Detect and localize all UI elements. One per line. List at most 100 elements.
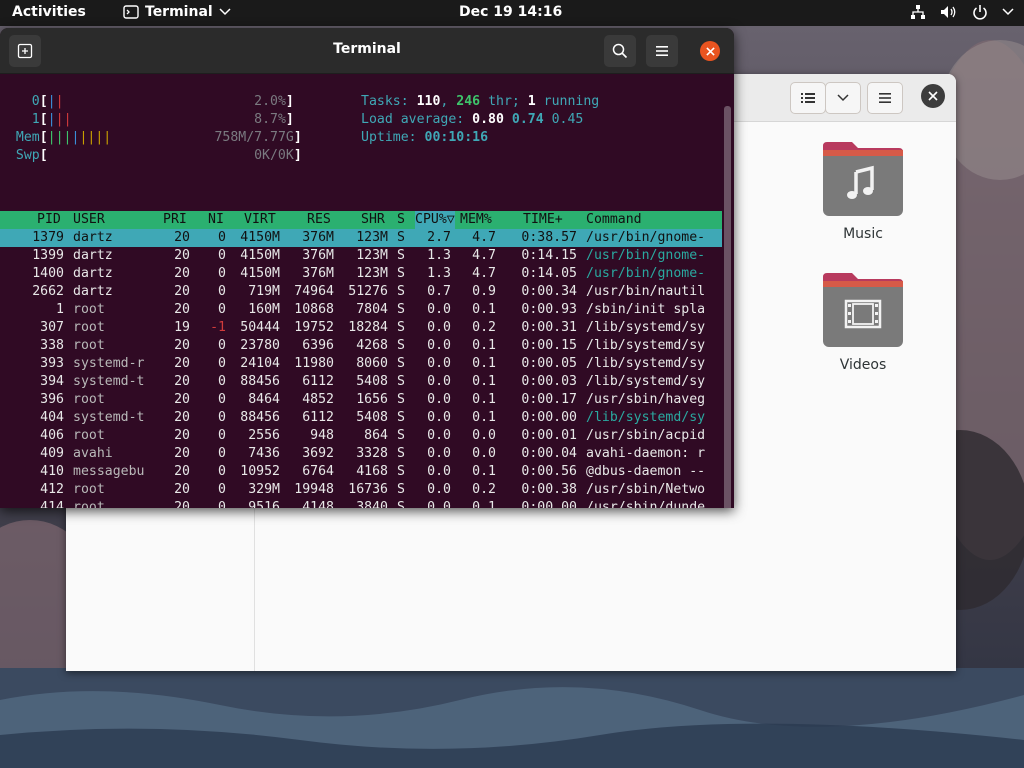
process-pri: 20 bbox=[174, 500, 190, 508]
process-shr: 123M bbox=[356, 230, 388, 245]
chevron-down-icon bbox=[1002, 8, 1014, 16]
load-5min: 0.74 bbox=[511, 112, 544, 127]
process-virt: 10952 bbox=[240, 464, 280, 479]
process-pri: 20 bbox=[174, 338, 190, 353]
process-ni: 0 bbox=[218, 248, 226, 263]
process-shr: 7804 bbox=[356, 302, 388, 317]
search-button[interactable] bbox=[604, 35, 636, 67]
files-menu-button[interactable] bbox=[867, 82, 903, 114]
app-menu[interactable]: Terminal bbox=[123, 4, 231, 20]
process-s: S bbox=[397, 320, 405, 335]
process-s: S bbox=[397, 302, 405, 317]
terminal-close-button[interactable] bbox=[700, 41, 720, 61]
folder-label: Music bbox=[843, 226, 883, 242]
column-header-res[interactable]: RES bbox=[307, 211, 331, 229]
process-row[interactable]: 1399 dartz 20 0 4150M 376M 123M S 1.3 4.7 0:14.15 /… bbox=[0, 247, 722, 265]
process-pid: 338 bbox=[40, 338, 64, 353]
process-cmd: /usr/sbin/acpid bbox=[586, 428, 706, 443]
process-time: 0:00.34 bbox=[521, 284, 577, 299]
process-virt: 9516 bbox=[248, 500, 280, 508]
column-header-time[interactable]: TIME+ bbox=[523, 211, 563, 229]
cpu0-value: 2.0% bbox=[254, 94, 286, 109]
process-time: 0:00.04 bbox=[521, 446, 577, 461]
terminal-window[interactable]: Terminal 0[|| 2.0%] 1[||| 8.7%] Mem[||||… bbox=[0, 28, 734, 508]
process-cpu: 0.0 bbox=[427, 410, 451, 425]
process-row[interactable]: 409 avahi 20 0 7436 3692 3328 S 0.0 0.0 0:00.04 ava… bbox=[0, 445, 722, 463]
app-menu-label: Terminal bbox=[145, 4, 213, 20]
process-pid: 394 bbox=[40, 374, 64, 389]
column-header-command[interactable]: Command bbox=[586, 211, 642, 229]
process-pri: 20 bbox=[174, 302, 190, 317]
process-ni: 0 bbox=[218, 482, 226, 497]
process-pri: 20 bbox=[174, 230, 190, 245]
process-res: 19752 bbox=[294, 320, 334, 335]
process-row[interactable]: 412 root 20 0 329M 19948 16736 S 0.0 0.2 0:00.38/u… bbox=[0, 481, 722, 499]
process-user: systemd-t bbox=[73, 374, 145, 389]
chevron-down-icon bbox=[837, 94, 849, 102]
process-row[interactable]: 1379 dartz 20 0 4150M 376M 123M S 2.7 4.7 0:38.57 /… bbox=[0, 229, 722, 247]
column-header-shr[interactable]: SHR bbox=[361, 211, 385, 229]
htop-screen[interactable]: 0[|| 2.0%] 1[||| 8.7%] Mem[|||||||| 758M… bbox=[0, 74, 734, 508]
column-header-ni[interactable]: NI bbox=[208, 211, 224, 229]
list-view-icon bbox=[801, 93, 815, 103]
process-table-header[interactable]: PID USER PRI NI VIRT RES SHR S CPU%▽ MEM… bbox=[0, 211, 722, 229]
list-view-button[interactable] bbox=[790, 82, 826, 114]
process-row[interactable]: 2662 dartz 20 0 719M 74964 51276 S 0.7 0.9 0:00.34… bbox=[0, 283, 722, 301]
close-icon bbox=[705, 46, 715, 56]
hamburger-menu-icon bbox=[656, 46, 668, 56]
column-header-pri[interactable]: PRI bbox=[163, 211, 187, 229]
process-mem: 4.7 bbox=[472, 248, 496, 263]
process-row[interactable]: 396 root 20 0 8464 4852 1656 S 0.0 0.1 0:00.17/usr… bbox=[0, 391, 722, 409]
folder-label: Videos bbox=[839, 357, 887, 373]
column-header-mem[interactable]: MEM% bbox=[460, 211, 492, 229]
power-icon bbox=[973, 5, 987, 20]
process-mem: 0.2 bbox=[472, 482, 496, 497]
view-options-button[interactable] bbox=[825, 82, 861, 114]
column-header-state[interactable]: S bbox=[397, 211, 405, 229]
column-header-cpu[interactable]: CPU%▽ bbox=[415, 211, 455, 229]
column-header-user[interactable]: USER bbox=[73, 211, 105, 229]
process-row[interactable]: 307 root 19 -1 50444 19752 18284 S 0.0 0.2 0:00.31… bbox=[0, 319, 722, 337]
process-pid: 393 bbox=[40, 356, 64, 371]
swap-label: Swp bbox=[15, 148, 40, 163]
clock[interactable]: Dec 19 14:16 bbox=[459, 4, 562, 20]
process-row[interactable]: 338 root 20 0 23780 6396 4268 S 0.0 0.1 0:00.15/li… bbox=[0, 337, 722, 355]
process-pid: 2662 bbox=[32, 284, 64, 299]
process-row[interactable]: 1 root 20 0 160M 10868 7804 S 0.0 0.1 0:00.93/sbin… bbox=[0, 301, 722, 319]
files-close-button[interactable] bbox=[921, 84, 945, 108]
column-header-virt[interactable]: VIRT bbox=[244, 211, 276, 229]
load-average: Load average: 0.80 0.74 0.45 bbox=[361, 111, 583, 129]
process-row[interactable]: 414 root 20 0 9516 4148 3840 S 0.0 0.1 0:00.00/usr… bbox=[0, 499, 722, 508]
process-row[interactable]: 394 systemd-t 20 0 88456 6112 5408 S 0.0 0.1 0:00.… bbox=[0, 373, 722, 391]
process-virt: 160M bbox=[248, 302, 280, 317]
process-mem: 0.0 bbox=[472, 428, 496, 443]
folder-music[interactable]: Music bbox=[808, 140, 918, 242]
system-tray[interactable] bbox=[910, 4, 1014, 20]
process-row[interactable]: 406 root 20 0 2556 948 864 S 0.0 0.0 0:00.01/usr/s… bbox=[0, 427, 722, 445]
process-user: systemd-r bbox=[73, 356, 145, 371]
process-row[interactable]: 393 systemd-r 20 0 24104 11980 8060 S 0.0 0.1 0:00… bbox=[0, 355, 722, 373]
process-row[interactable]: 410 messagebu 20 0 10952 6764 4168 S 0.0 0.1 0:00.… bbox=[0, 463, 722, 481]
process-pri: 20 bbox=[174, 428, 190, 443]
process-pid: 1400 bbox=[32, 266, 64, 281]
process-row[interactable]: 1400 dartz 20 0 4150M 376M 123M S 1.3 4.7 0:14.05 /… bbox=[0, 265, 722, 283]
process-cmd: /usr/sbin/Netwo bbox=[586, 482, 706, 497]
process-ni: 0 bbox=[218, 230, 226, 245]
activities-button[interactable]: Activities bbox=[12, 4, 86, 20]
column-header-pid[interactable]: PID bbox=[37, 211, 61, 229]
cpu1-label: 1 bbox=[31, 112, 40, 127]
chevron-down-icon bbox=[219, 8, 231, 16]
process-mem: 0.1 bbox=[472, 374, 496, 389]
process-pid: 412 bbox=[40, 482, 64, 497]
close-icon bbox=[928, 91, 938, 101]
process-ni: 0 bbox=[218, 284, 226, 299]
folder-videos[interactable]: Videos bbox=[808, 271, 918, 373]
process-row[interactable]: 404 systemd-t 20 0 88456 6112 5408 S 0.0 0.1 0:00.… bbox=[0, 409, 722, 427]
terminal-menu-button[interactable] bbox=[646, 35, 678, 67]
process-res: 376M bbox=[302, 230, 334, 245]
process-cpu: 0.0 bbox=[427, 428, 451, 443]
process-time: 0:00.01 bbox=[521, 428, 577, 443]
process-cmd: /lib/systemd/sy bbox=[586, 374, 706, 389]
terminal-scrollbar[interactable] bbox=[724, 106, 731, 508]
process-time: 0:00.00 bbox=[521, 410, 577, 425]
